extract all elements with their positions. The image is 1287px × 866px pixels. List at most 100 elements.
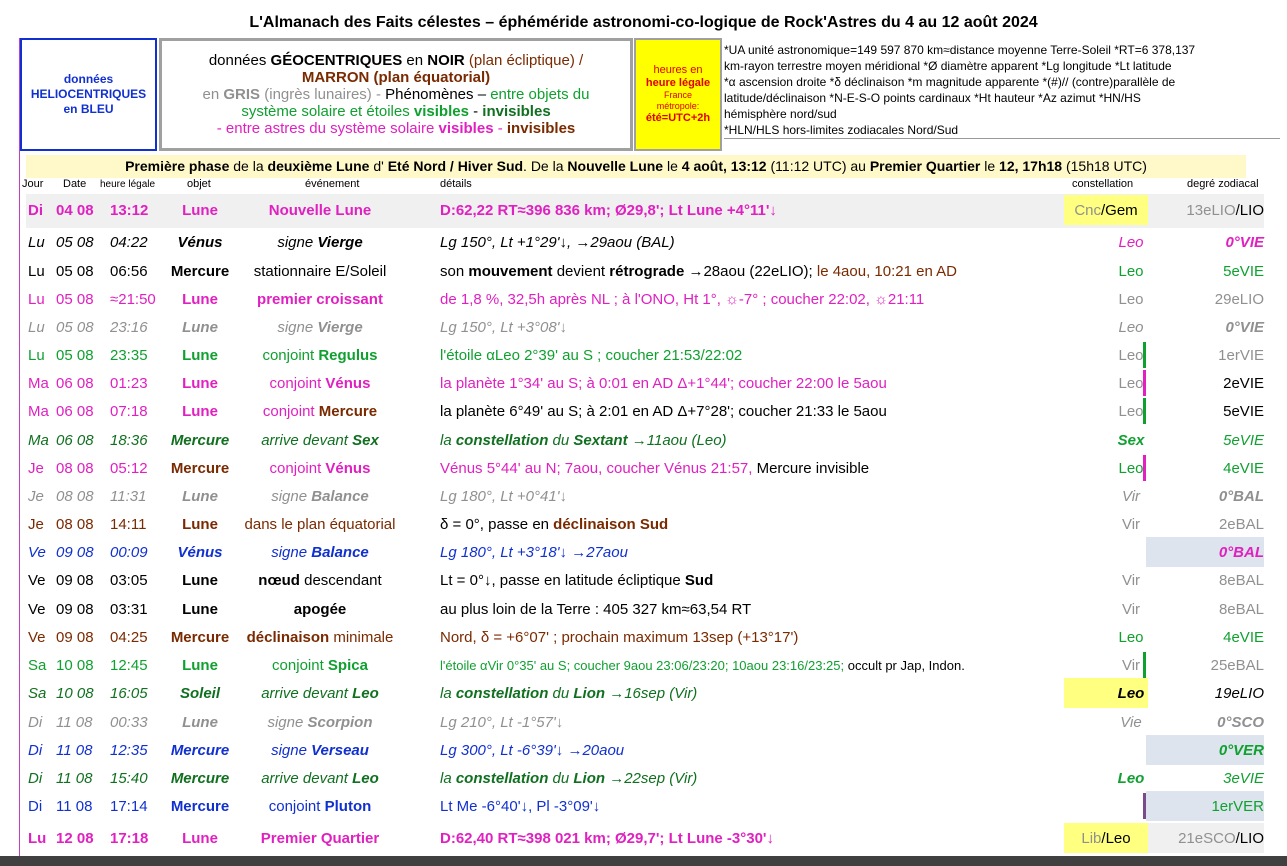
details-text: →16sep (Vir) [605, 685, 698, 702]
phase-text: deuxième Lune [267, 158, 370, 174]
row-day: Ve [28, 629, 46, 646]
event-bold: déclinaison [246, 629, 330, 646]
table-row: Ma 06 08 01:23 Lune conjoint Vénus la planète… [0, 370, 1287, 398]
row-time: 00:09 [110, 544, 148, 561]
con-part: Cnc [1074, 202, 1101, 219]
event-bold: Vierge [317, 234, 363, 251]
row-degree: 1erVIE [1218, 347, 1264, 364]
deg-part: /LIO [1235, 202, 1264, 219]
event-bold: Mercure [318, 403, 378, 420]
deg-part: /LIO [1235, 830, 1264, 847]
event-bold: Sex [352, 432, 379, 449]
abbreviation-notes: *UA unité astronomique=149 597 870 km≈di… [724, 42, 1280, 138]
details-bold: constellation [455, 685, 549, 702]
row-event: arrive devant Leo [230, 684, 410, 704]
row-time: 12:35 [110, 742, 148, 759]
event-text: conjoint [268, 798, 325, 815]
note-line: *HLN/HLS hors-limites zodiacales Nord/Su… [724, 123, 959, 137]
table-row: Ma 06 08 18:36 Mercure arrive devant Sex la c… [0, 431, 1287, 455]
header-details: détails [440, 178, 472, 190]
row-event: conjoint Mercure [230, 402, 410, 422]
row-day: Je [28, 460, 44, 477]
details-text: la [440, 685, 456, 702]
row-event: arrive devant Sex [230, 431, 410, 451]
geo-text: - [493, 120, 507, 137]
row-time: 17:18 [110, 830, 149, 847]
row-constellation: Lib/Leo [1066, 829, 1146, 849]
table-row: Sa 10 08 16:05 Soleil arrive devant Leo la co… [0, 678, 1287, 708]
row-degree: 1erVER [1211, 798, 1264, 815]
event-text: conjoint [262, 347, 319, 364]
row-event: Nouvelle Lune [230, 201, 410, 221]
row-degree: 25eBAL [1210, 657, 1264, 674]
details-text: Lt = 0°↓, passe en latitude écliptique [440, 572, 685, 589]
row-date: 12 08 [56, 830, 94, 847]
event-bold: Regulus [318, 347, 378, 364]
row-time: 06:56 [110, 263, 148, 280]
header-evenement: événement [305, 178, 360, 190]
event-bold: Leo [352, 770, 379, 787]
row-details: D:62,40 RT≈398 021 km; Ø29,7'; Lt Lune -… [440, 830, 774, 847]
row-event: signe Verseau [230, 741, 410, 761]
row-degree: 21eSCO/LIO [1170, 829, 1264, 849]
row-degree: 8eBAL [1218, 601, 1264, 618]
row-degree: 0°VIE [1225, 234, 1264, 251]
details-bold: constellation [455, 770, 549, 787]
details-bold: Lion [573, 685, 606, 702]
event-text: conjoint [262, 403, 319, 420]
phase-text: Eté Nord / Hiver Sud [387, 158, 524, 174]
row-time: 16:05 [110, 685, 148, 702]
legend-heliocentric: données HELIOCENTRIQUES en BLEU [20, 38, 157, 151]
details-text: ; coucher 21:33 le 5aou [730, 403, 887, 420]
phase-text: Nouvelle Lune [567, 158, 664, 174]
row-day: Ve [28, 601, 46, 618]
row-time: 12:45 [110, 657, 148, 674]
header-constellation: constellation [1072, 178, 1134, 190]
row-day: Lu [28, 234, 45, 251]
row-details: de 1,8 %, 32,5h après NL ; à l'ONO, Ht 1… [440, 291, 925, 308]
event-text: minimale [329, 629, 394, 646]
event-text: arrive devant [261, 432, 353, 449]
details-text: Vénus 5°44' au N; 7aou, coucher Vénus 21… [440, 460, 757, 477]
row-event: signe Scorpion [230, 713, 410, 733]
row-details: son mouvement devient rétrograde →28aou … [440, 262, 957, 282]
row-degree: 0°VER [1218, 742, 1264, 759]
phase-text: Première phase [125, 158, 230, 174]
legend-hours: heures en heure légale France métropole:… [634, 38, 722, 151]
row-details: la constellation du Lion →22sep (Vir) [440, 769, 697, 789]
event-text: signe [277, 234, 318, 251]
row-day: Sa [28, 657, 47, 674]
hours-line: été=UTC+2h [645, 112, 711, 124]
row-date: 11 08 [56, 798, 93, 815]
row-degree: 8eBAL [1218, 572, 1264, 589]
phase-text: le [663, 158, 682, 174]
event-text: arrive devant [261, 685, 353, 702]
row-date: 05 08 [56, 347, 94, 364]
details-text: du [548, 685, 574, 702]
event-text: conjoint [269, 460, 326, 477]
row-details: l'étoile αVir 0°35' au S; coucher 9aou 2… [440, 656, 965, 676]
event-bold: Vierge [317, 319, 363, 336]
event-text: dans le plan équatorial [244, 516, 396, 533]
row-date: 09 08 [56, 572, 94, 589]
deg-part: 21eSCO [1178, 830, 1236, 847]
row-event: apogée [230, 600, 410, 620]
row-date: 04 08 [56, 202, 94, 219]
row-date: 11 08 [56, 714, 93, 731]
row-time: 23:16 [110, 319, 148, 336]
con-part: Lib [1081, 830, 1102, 847]
row-time: 11:31 [110, 488, 147, 505]
event-bold: Verseau [311, 742, 369, 759]
details-text: la [440, 432, 456, 449]
row-date: 05 08 [56, 234, 94, 251]
table-row: Di 11 08 00:33 Lune signe Scorpion Lg 210°, L… [0, 713, 1287, 737]
table-row: Lu 05 08 ≈21:50 Lune premier croissant de 1,8… [0, 290, 1287, 314]
details-text: l'étoile αVir 0°35' au S; coucher 9aou 2… [440, 658, 848, 673]
details-text: ; coucher 22:00 le 5aou [730, 375, 887, 392]
row-time: 04:25 [110, 629, 148, 646]
note-line: latitude/déclinaison *N-E-S-O points car… [724, 91, 1141, 105]
note-line: *α ascension droite *δ déclinaison *m ma… [724, 75, 1176, 89]
conjunction-marker [1143, 370, 1146, 396]
table-row: Di 04 08 13:12 Lune Nouvelle Lune D:62,22 RT≈… [0, 194, 1287, 228]
header-jour: Jour [22, 178, 44, 190]
